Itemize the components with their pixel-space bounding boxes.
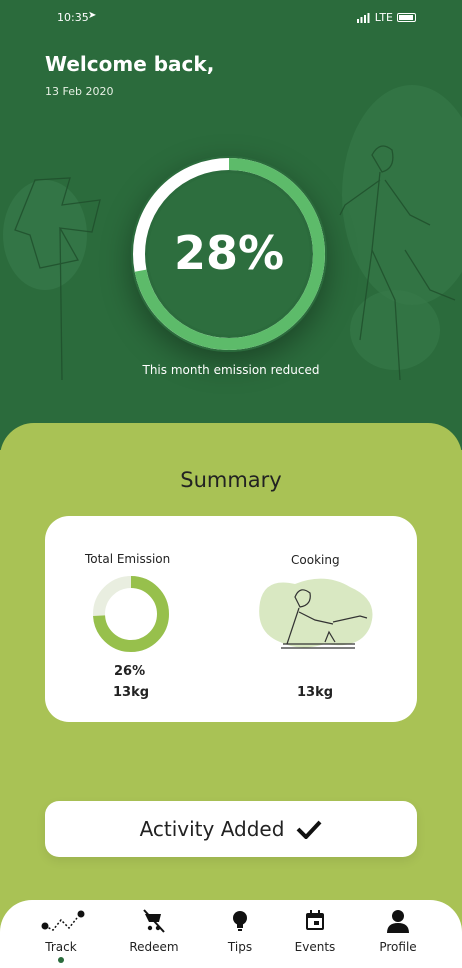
person-icon (387, 910, 409, 933)
route-icon (41, 910, 85, 931)
progress-caption: This month emission reduced (142, 363, 320, 377)
battery-icon (397, 13, 416, 22)
nav-item-profile[interactable]: Profile (363, 908, 433, 954)
cart-off-icon (143, 909, 165, 933)
summary-card: Total Emission 26% 13kg Cooking 13kg (45, 516, 417, 722)
location-arrow-icon: ➤ (88, 10, 97, 21)
activity-added-label: Activity Added (139, 817, 285, 841)
nav-item-track[interactable]: Track (26, 908, 96, 954)
status-bar: 10:35 ➤ LTE (0, 10, 462, 28)
nav-label-events: Events (294, 940, 336, 954)
page-title: Welcome back, (45, 52, 215, 76)
current-date: 13 Feb 2020 (45, 85, 114, 98)
total-emission-label: Total Emission (85, 552, 171, 566)
total-emission-percent: 26% (114, 664, 146, 679)
active-nav-indicator (58, 957, 64, 963)
nav-label-redeem: Redeem (129, 940, 179, 954)
status-indicators: LTE (356, 11, 416, 24)
network-label: LTE (374, 11, 393, 24)
nav-label-tips: Tips (227, 940, 253, 954)
bottom-navigation: Track Redeem Tips Events Profile (0, 900, 462, 968)
progress-percent: 28% (173, 226, 285, 280)
nav-item-tips[interactable]: Tips (205, 908, 275, 954)
total-emission-donut (93, 576, 169, 652)
cooking-label: Cooking (291, 553, 340, 567)
activity-added-button[interactable]: Activity Added (45, 801, 417, 857)
signal-icon (356, 12, 370, 23)
status-time: 10:35 (57, 11, 89, 24)
nav-item-redeem[interactable]: Redeem (119, 908, 189, 954)
cooking-illustration (259, 578, 373, 649)
lightbulb-icon (233, 911, 247, 931)
nav-label-track: Track (45, 940, 77, 954)
summary-title: Summary (180, 468, 282, 492)
nav-item-events[interactable]: Events (280, 908, 350, 954)
calendar-icon (306, 910, 324, 930)
app-screen: 10:35 ➤ LTE Welcome back, 13 Feb 2020 28… (0, 0, 462, 968)
header-panel: 10:35 ➤ LTE Welcome back, 13 Feb 2020 28… (0, 0, 462, 450)
nav-label-profile: Profile (379, 940, 417, 954)
cooking-amount: 13kg (297, 685, 334, 700)
checkmark-icon (297, 820, 322, 839)
emission-progress-ring: 28% (131, 156, 327, 352)
total-emission-amount: 13kg (113, 685, 150, 700)
